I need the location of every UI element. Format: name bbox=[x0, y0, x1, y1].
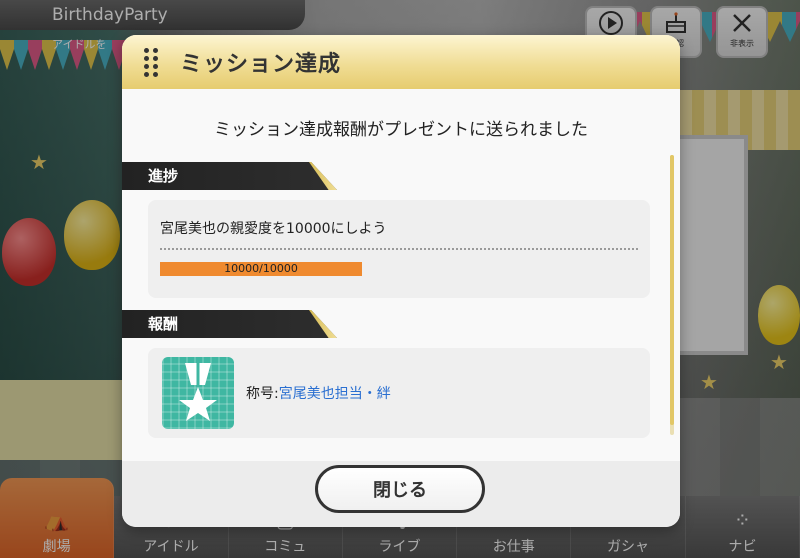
reward-card: 称号:宮尾美也担当・絆 bbox=[148, 348, 650, 438]
reward-prefix: 称号: bbox=[246, 386, 279, 402]
progress-bar: 10000/10000 bbox=[160, 262, 362, 276]
dotted-divider bbox=[160, 248, 638, 250]
close-button[interactable]: 閉じる bbox=[315, 465, 485, 513]
dialog-header: ミッション達成 bbox=[122, 35, 680, 89]
reward-name: 宮尾美也担当・絆 bbox=[278, 386, 391, 402]
dialog-footer: 閉じる bbox=[122, 461, 680, 527]
medal-icon bbox=[162, 357, 234, 429]
mission-complete-dialog: ミッション達成 ミッション達成報酬がプレゼントに送られました 進捗 宮尾美也の親… bbox=[122, 35, 680, 527]
dialog-title: ミッション達成 bbox=[180, 52, 342, 77]
mission-text: 宮尾美也の親愛度を10000にしよう bbox=[160, 221, 387, 237]
reward-label: 称号:宮尾美也担当・絆 bbox=[246, 383, 391, 403]
progress-text: 10000/10000 bbox=[224, 262, 298, 275]
progress-section-header: 進捗 bbox=[122, 162, 337, 190]
reward-section-header: 報酬 bbox=[122, 310, 337, 338]
progress-card: 宮尾美也の親愛度を10000にしよう 10000/10000 bbox=[148, 200, 650, 298]
dialog-scroll-area[interactable]: 進捗 宮尾美也の親愛度を10000にしよう 10000/10000 報酬 称号:… bbox=[122, 162, 680, 464]
grip-icon bbox=[144, 47, 158, 77]
dialog-message: ミッション達成報酬がプレゼントに送られました bbox=[214, 120, 588, 140]
